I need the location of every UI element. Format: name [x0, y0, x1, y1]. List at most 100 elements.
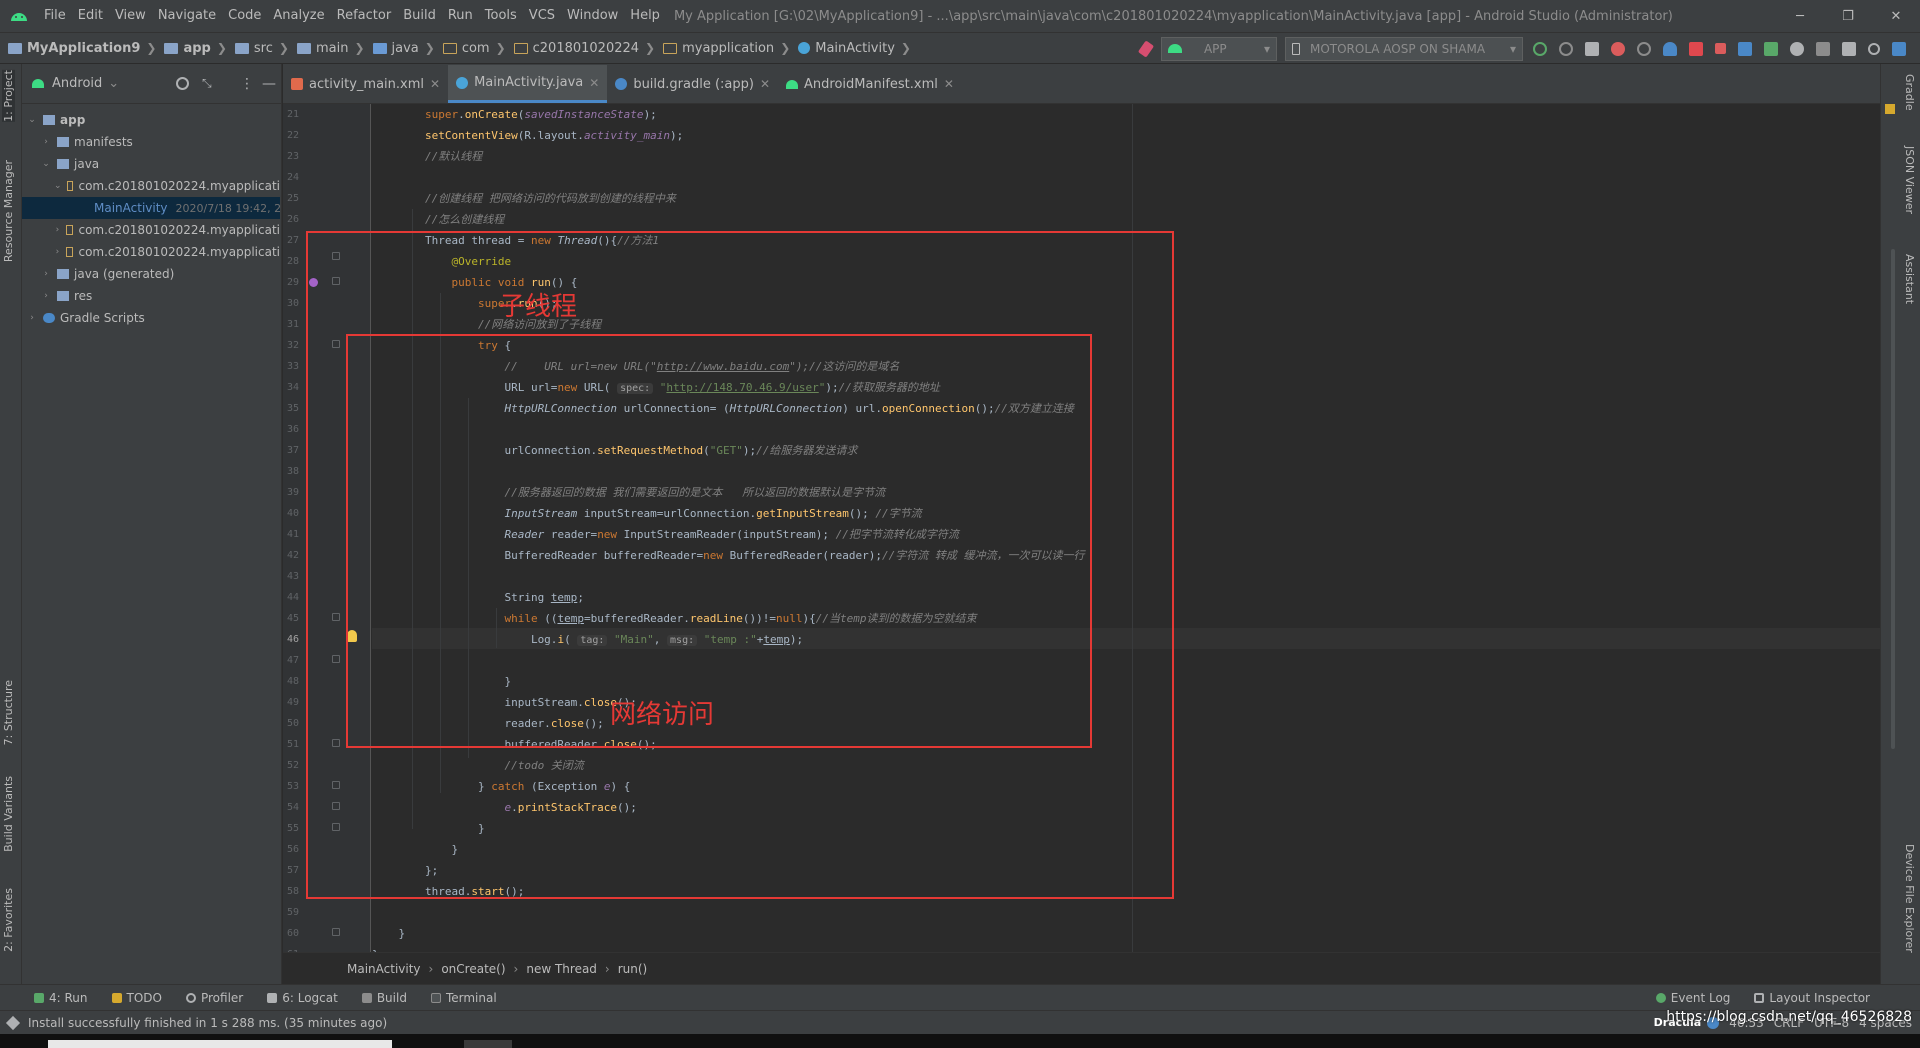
taskbar-search-box[interactable]	[48, 1040, 392, 1048]
menu-view[interactable]: View	[109, 0, 152, 32]
breadcrumb-main[interactable]: main ❯	[289, 41, 365, 56]
sdk-manager-icon[interactable]	[1842, 41, 1856, 56]
tree-item-java-generated[interactable]: › java (generated)	[22, 263, 280, 285]
run-configuration-select[interactable]: APP ▾	[1160, 36, 1277, 61]
menu-navigate[interactable]: Navigate	[152, 0, 222, 32]
menu-edit[interactable]: Edit	[72, 0, 109, 32]
menu-run[interactable]: Run	[442, 0, 479, 32]
taskbar-app-button[interactable]	[464, 1040, 512, 1048]
warning-marker-icon[interactable]	[1885, 104, 1895, 114]
apply-changes-icon[interactable]	[1533, 41, 1547, 56]
crumb-run[interactable]: run()	[618, 962, 648, 976]
tree-item-package-test[interactable]: › com.c201801020224.myapplicati	[22, 219, 280, 241]
device-file-explorer-tab[interactable]: Device File Explorer	[1903, 844, 1916, 953]
build-variants-tab[interactable]: Build Variants	[2, 776, 15, 852]
tab-android-manifest[interactable]: AndroidManifest.xml ✕	[778, 65, 962, 103]
tree-item-app[interactable]: ⌄ app	[22, 109, 280, 131]
menu-tools[interactable]: Tools	[479, 0, 523, 32]
search-icon[interactable]	[1868, 42, 1880, 55]
more-options-icon[interactable]: ⋮	[240, 76, 254, 92]
menu-refactor[interactable]: Refactor	[331, 0, 398, 32]
menu-help[interactable]: Help	[624, 0, 666, 32]
tree-item-package-androidtest[interactable]: › com.c201801020224.myapplicati	[22, 241, 280, 263]
breadcrumb-mainactivity[interactable]: MainActivity ❯	[790, 41, 911, 56]
menu-analyze[interactable]: Analyze	[267, 0, 330, 32]
status-message[interactable]: Install successfully finished in 1 s 288…	[28, 1016, 387, 1030]
profiler-tool-button[interactable]: Profiler	[185, 991, 243, 1005]
chevron-down-icon[interactable]: ⌄	[108, 76, 119, 91]
build-tool-button[interactable]: Build	[361, 991, 407, 1005]
assistant-tab[interactable]: Assistant	[1903, 254, 1916, 304]
breadcrumb-myapplication[interactable]: myapplication ❯	[655, 41, 790, 56]
attach-debugger-icon[interactable]	[1689, 41, 1703, 56]
tree-item-res[interactable]: › res	[22, 285, 280, 307]
close-icon[interactable]: ✕	[760, 77, 770, 91]
tree-item-manifests[interactable]: › manifests	[22, 131, 280, 153]
stop-icon[interactable]	[1715, 43, 1726, 54]
structure-tool-tab[interactable]: 7: Structure	[2, 680, 15, 745]
breadcrumb-project[interactable]: MyApplication9 ❯	[0, 41, 156, 56]
menu-build[interactable]: Build	[397, 0, 442, 32]
tab-activity-main-xml[interactable]: activity_main.xml ✕	[283, 65, 448, 103]
layout-inspector-button[interactable]: Layout Inspector	[1754, 991, 1870, 1005]
tab-build-gradle[interactable]: build.gradle (:app) ✕	[607, 65, 778, 103]
tree-item-package[interactable]: ⌄ com.c201801020224.myapplicati	[22, 175, 280, 197]
crumb-method[interactable]: onCreate()	[441, 962, 505, 976]
code-editor[interactable]: 21 22 23 24 25 26 27 28 29 30 31 32 33 3…	[283, 104, 1880, 952]
resource-manager-tab[interactable]: Resource Manager	[2, 160, 15, 262]
menu-vcs[interactable]: VCS	[523, 0, 561, 32]
breadcrumb-c201801020224[interactable]: c201801020224 ❯	[506, 41, 655, 56]
maximize-button[interactable]: ❐	[1824, 0, 1872, 32]
todo-tool-button[interactable]: TODO	[111, 991, 162, 1005]
chevron-right-icon: ❯	[278, 41, 289, 55]
tree-item-gradle-scripts[interactable]: › Gradle Scripts	[22, 307, 280, 329]
breadcrumb-com[interactable]: com ❯	[435, 41, 506, 56]
menu-code[interactable]: Code	[222, 0, 267, 32]
profile-icon[interactable]	[1663, 41, 1677, 56]
hide-panel-icon[interactable]: —	[262, 76, 276, 92]
project-tool-tab[interactable]: 1: Project	[2, 70, 15, 122]
crumb-class[interactable]: MainActivity	[347, 962, 421, 976]
locate-file-icon[interactable]	[176, 77, 189, 90]
favorites-tool-tab[interactable]: 2: Favorites	[2, 888, 15, 952]
status-toggle-icon[interactable]	[5, 1015, 21, 1030]
terminal-toolbar-icon[interactable]	[1764, 41, 1778, 56]
debug-icon[interactable]	[1611, 41, 1625, 56]
tree-item-java[interactable]: ⌄ java	[22, 153, 280, 175]
close-icon[interactable]: ✕	[944, 77, 954, 91]
device-select[interactable]: MOTOROLA AOSP ON SHAMA ▾	[1284, 36, 1523, 61]
tree-item-mainactivity[interactable]: MainActivity 2020/7/18 19:42, 2	[22, 197, 280, 219]
gradle-tool-tab[interactable]: Gradle	[1903, 74, 1916, 111]
event-log-button[interactable]: Event Log	[1655, 991, 1730, 1005]
coverage-icon[interactable]	[1637, 41, 1651, 56]
close-icon[interactable]: ✕	[430, 77, 440, 91]
close-icon[interactable]: ✕	[589, 76, 599, 90]
logcat-tool-button[interactable]: 6: Logcat	[267, 991, 338, 1005]
fold-marker-icon[interactable]	[332, 928, 340, 936]
crumb-label: com	[461, 40, 490, 56]
breadcrumb-src[interactable]: src ❯	[227, 41, 289, 56]
terminal-tool-button[interactable]: Terminal	[430, 991, 497, 1005]
sync-project-icon[interactable]	[1738, 41, 1752, 56]
device-manager-icon[interactable]	[1816, 41, 1830, 56]
menu-file[interactable]: File	[38, 0, 72, 32]
apply-code-changes-icon[interactable]	[1559, 41, 1573, 56]
run-icon[interactable]	[1585, 41, 1599, 56]
json-viewer-tab[interactable]: JSON Viewer	[1903, 146, 1916, 214]
minimize-button[interactable]: ─	[1776, 0, 1824, 32]
breadcrumb-java[interactable]: java ❯	[365, 41, 435, 56]
settings-sync-icon[interactable]	[1892, 41, 1906, 56]
breadcrumb-app[interactable]: app ❯	[156, 41, 227, 56]
crumb-anon-class[interactable]: new Thread	[526, 962, 597, 976]
menu-window[interactable]: Window	[561, 0, 624, 32]
run-tool-button[interactable]: 4: Run	[34, 991, 88, 1005]
hammer-build-icon[interactable]	[1137, 39, 1155, 58]
close-window-button[interactable]: ✕	[1872, 0, 1920, 32]
editor-scrollbar[interactable]	[1891, 249, 1895, 749]
line-number: 50	[286, 718, 299, 729]
collapse-all-icon[interactable]: ⤡	[202, 76, 212, 91]
tab-mainactivity-java[interactable]: MainActivity.java ✕	[448, 65, 608, 103]
project-view-selector[interactable]: Android	[52, 76, 102, 91]
code-area[interactable]: super.onCreate(savedInstanceState); setC…	[306, 104, 1880, 952]
avd-manager-icon[interactable]	[1790, 41, 1804, 56]
